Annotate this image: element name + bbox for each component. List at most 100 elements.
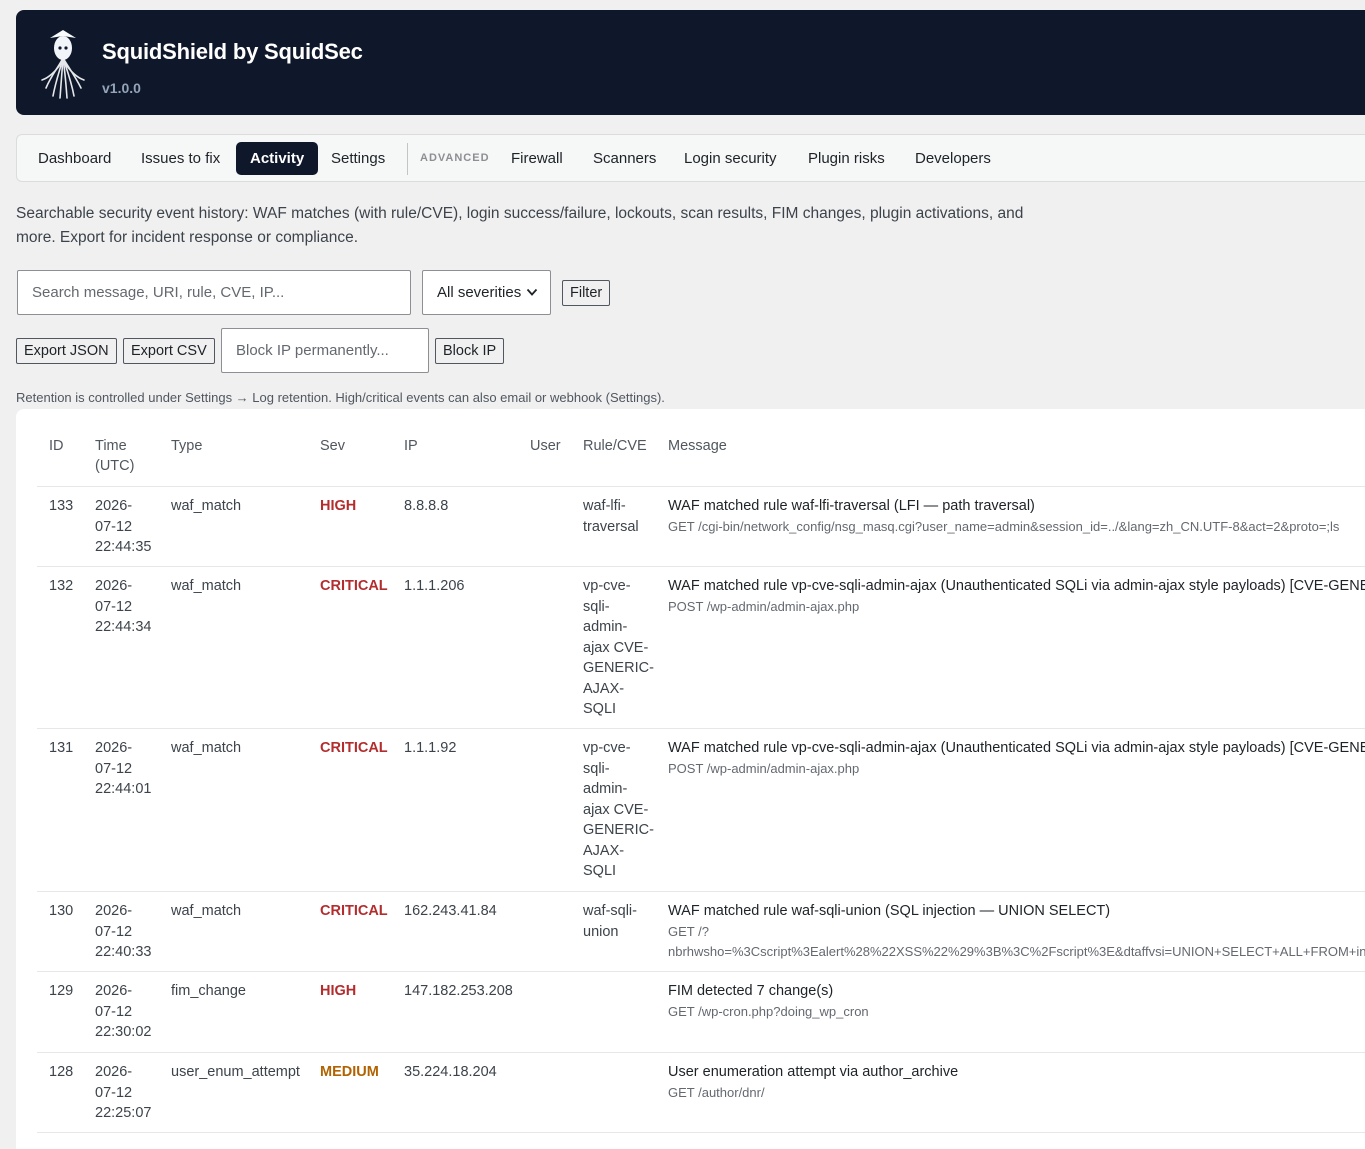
row-divider: [37, 728, 1365, 729]
severity-select-value: All severities: [437, 284, 522, 301]
tab-login-security[interactable]: Login security: [670, 142, 791, 175]
cell-rule: vp-cve-sqli-admin-ajax CVE- GENERIC- AJAX-…: [583, 576, 654, 720]
cell-date-year: 2026-: [95, 983, 133, 999]
rule-line: union: [583, 923, 619, 940]
col-header-message: Message: [668, 438, 727, 454]
tab-plugin-risks[interactable]: Plugin risks: [794, 142, 899, 175]
page-description: Searchable security event history: WAF m…: [16, 205, 1024, 246]
cell-rule: waf-sqli-union: [583, 901, 637, 942]
rule-line: admin-: [583, 619, 628, 635]
row-divider: [37, 1132, 1365, 1133]
cell-date-monthday: 07-12: [95, 518, 133, 535]
cell-time: 2026- 07-12 22:44:35: [95, 496, 151, 558]
severity-badge: CRITICAL: [320, 740, 388, 756]
cell-type: waf_match: [171, 578, 242, 594]
cell-type: waf_match: [171, 903, 242, 919]
row-divider: [37, 891, 1365, 892]
tab-developers[interactable]: Developers: [901, 142, 1005, 175]
cell-ip: 35.224.18.204: [404, 1064, 497, 1080]
rule-line: sqli-: [583, 760, 610, 777]
main-nav: Dashboard Issues to fix Activity Setting…: [16, 134, 1365, 182]
cell-date-year: 2026-: [95, 740, 133, 756]
cell-ip: 1.1.1.92: [404, 740, 457, 756]
app-header: SquidShield by SquidSec v1.0.0: [16, 10, 1365, 115]
rule-line: sqli-: [583, 598, 610, 615]
block-ip-input[interactable]: [221, 328, 429, 373]
tab-activity[interactable]: Activity: [236, 142, 319, 175]
cell-id: 128: [49, 1064, 74, 1080]
squid-logo-icon: [41, 30, 85, 99]
cell-message: WAF matched rule waf-lfi-traversal (LFI …: [668, 496, 1339, 537]
app-version: v1.0.0: [102, 80, 141, 96]
cell-ip: 1.1.1.206: [404, 578, 465, 594]
cell-clock: 22:44:35: [95, 539, 152, 555]
rule-line: waf-sqli-: [583, 903, 637, 919]
rule-line: ajax CVE-: [583, 639, 649, 656]
row-divider: [37, 1052, 1365, 1053]
cell-ip: 8.8.8.8: [404, 498, 449, 514]
export-json-button[interactable]: Export JSON: [16, 338, 117, 364]
severity-select[interactable]: All severities: [422, 270, 551, 315]
cell-clock: 22:44:01: [95, 781, 152, 797]
rule-line: vp-cve-: [583, 740, 631, 756]
cell-clock: 22:40:33: [95, 944, 152, 960]
cell-rule: waf-lfi-traversal: [583, 496, 639, 537]
app-title: SquidShield by SquidSec: [102, 39, 363, 64]
col-header-user: User: [530, 438, 561, 454]
cell-ip: 162.243.41.84: [404, 903, 497, 919]
rule-line: SQLI: [583, 701, 617, 717]
col-header-time-label: Time: [95, 438, 127, 454]
request-line: GET /wp-cron.php?doing_wp_cron: [668, 1003, 869, 1019]
block-ip-button[interactable]: Block IP: [435, 338, 505, 364]
cell-message: FIM detected 7 change(s) GET /wp-cron.php…: [668, 981, 869, 1022]
cell-date-year: 2026-: [95, 1064, 133, 1080]
col-header-rule: Rule/CVE: [583, 438, 647, 454]
message-text: WAF matched rule waf-sqli-union (SQL inj…: [668, 903, 1111, 919]
activity-table: ID Time (UTC) Type Sev IP User Rule/CVE …: [16, 409, 1365, 1149]
cell-type: user_enum_attempt: [171, 1064, 300, 1080]
message-text: WAF matched rule waf-lfi-traversal (LFI …: [668, 498, 1035, 514]
rule-line: admin-: [583, 781, 628, 797]
request-line: GET /?: [668, 923, 709, 939]
nav-divider: [407, 143, 408, 175]
tab-issues-to-fix[interactable]: Issues to fix: [127, 142, 234, 175]
row-divider: [37, 566, 1365, 567]
message-text: WAF matched rule vp-cve-sqli-admin-ajax …: [668, 740, 1365, 756]
cell-time: 2026- 07-12 22:30:02: [95, 981, 151, 1043]
cell-message: WAF matched rule vp-cve-sqli-admin-ajax …: [668, 738, 1365, 779]
advanced-label: ADVANCED: [420, 152, 490, 164]
row-divider: [37, 971, 1365, 972]
cell-date-monthday: 07-12: [95, 760, 133, 777]
cell-date-year: 2026-: [95, 498, 133, 514]
severity-badge: HIGH: [320, 498, 357, 514]
cell-date-year: 2026-: [95, 578, 133, 594]
col-header-sev: Sev: [320, 438, 345, 454]
cell-rule: vp-cve-sqli-admin-ajax CVE- GENERIC- AJAX-…: [583, 738, 654, 882]
cell-date-monthday: 07-12: [95, 1003, 133, 1020]
cell-message: WAF matched rule waf-sqli-union (SQL inj…: [668, 901, 1365, 963]
tab-settings[interactable]: Settings: [317, 142, 399, 175]
request-line: nbrhwsho=%3Cscript%3Ealert%28%22XSS%22%2…: [668, 944, 1365, 959]
rule-line: AJAX-: [583, 842, 625, 859]
cell-id: 133: [49, 498, 74, 514]
retention-note: Retention is controlled under Settings →…: [16, 390, 665, 405]
cell-type: waf_match: [171, 740, 242, 756]
export-csv-button[interactable]: Export CSV: [123, 338, 215, 364]
cell-time: 2026- 07-12 22:25:07: [95, 1062, 151, 1124]
tab-scanners[interactable]: Scanners: [579, 142, 670, 175]
cell-id: 132: [49, 578, 74, 594]
search-input[interactable]: [17, 270, 411, 315]
severity-badge: CRITICAL: [320, 578, 388, 594]
cell-clock: 22:25:07: [95, 1105, 152, 1121]
message-text: WAF matched rule vp-cve-sqli-admin-ajax …: [668, 578, 1365, 594]
col-header-type: Type: [171, 438, 203, 454]
filter-button[interactable]: Filter: [562, 280, 611, 306]
col-header-time: Time (UTC): [95, 436, 134, 476]
tab-firewall[interactable]: Firewall: [497, 142, 577, 175]
row-divider: [37, 486, 1365, 487]
cell-type: waf_match: [171, 498, 242, 514]
rule-line: GENERIC-: [583, 660, 654, 676]
tab-dashboard[interactable]: Dashboard: [24, 142, 125, 175]
cell-id: 130: [49, 903, 74, 919]
rule-line: traversal: [583, 518, 639, 535]
